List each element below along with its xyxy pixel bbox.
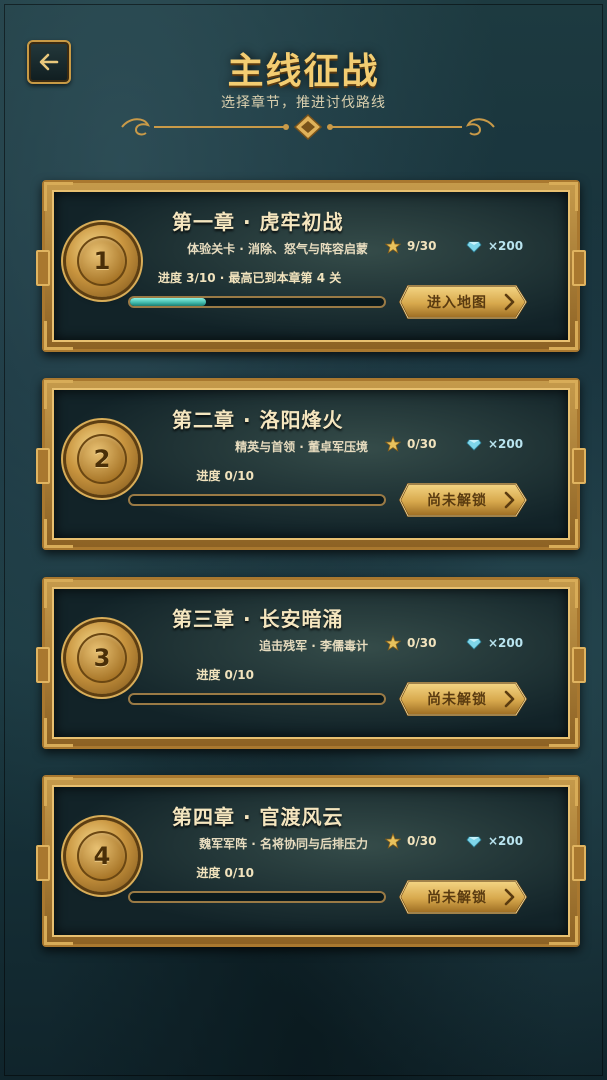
chapter-action-button[interactable]: 尚未解锁 bbox=[398, 681, 528, 717]
corner-ornament bbox=[44, 579, 73, 608]
chapter-title: 第二章 · 洛阳烽火 bbox=[172, 408, 344, 432]
progress-bar-fill bbox=[130, 298, 207, 306]
chapter-description: 体验关卡 · 消除、怒气与阵容启蒙 bbox=[187, 242, 368, 256]
side-ornament bbox=[572, 845, 586, 881]
chapter-medal: 1 bbox=[66, 225, 138, 297]
star-icon bbox=[385, 833, 401, 849]
chapter-title: 第一章 · 虎牢初战 bbox=[172, 210, 344, 234]
gem-reward-text: ×200 bbox=[488, 437, 524, 451]
gem-reward: ×200 bbox=[466, 436, 523, 452]
progress-bar bbox=[128, 494, 386, 506]
chapter-card-4[interactable]: 4 第四章 · 官渡风云 魏军军阵 · 名将协同与后排压力 0/30 ×200 … bbox=[36, 775, 586, 947]
side-ornament bbox=[572, 647, 586, 683]
gem-icon bbox=[466, 638, 482, 650]
chapter-action-button[interactable]: 尚未解锁 bbox=[398, 879, 528, 915]
side-ornament bbox=[572, 448, 586, 484]
chapter-action-label: 进入地图 bbox=[427, 295, 487, 311]
chapter-action-label: 尚未解锁 bbox=[427, 890, 487, 906]
corner-ornament bbox=[549, 380, 578, 409]
chapter-description: 魏军军阵 · 名将协同与后排压力 bbox=[199, 837, 368, 851]
chapter-title: 第四章 · 官渡风云 bbox=[172, 805, 344, 829]
corner-ornament bbox=[44, 321, 73, 350]
progress-bar bbox=[128, 693, 386, 705]
progress-text: 进度 3/10 · 最高已到本章第 4 关 bbox=[158, 271, 342, 285]
star-count-text: 0/30 bbox=[407, 437, 437, 451]
star-count-text: 0/30 bbox=[407, 636, 437, 650]
corner-ornament bbox=[549, 519, 578, 548]
star-icon bbox=[385, 238, 401, 254]
progress-text: 进度 0/10 bbox=[196, 469, 254, 483]
gem-reward: ×200 bbox=[466, 238, 523, 254]
corner-ornament bbox=[44, 916, 73, 945]
chapter-action-label: 尚未解锁 bbox=[427, 493, 487, 509]
star-count: 0/30 bbox=[385, 436, 436, 452]
corner-ornament bbox=[549, 718, 578, 747]
star-count: 0/30 bbox=[385, 833, 436, 849]
chapter-description: 追击残军 · 李儒毒计 bbox=[259, 639, 368, 653]
star-count-text: 9/30 bbox=[407, 239, 437, 253]
side-ornament bbox=[36, 448, 50, 484]
progress-bar bbox=[128, 296, 386, 308]
chapter-card-1[interactable]: 1 第一章 · 虎牢初战 体验关卡 · 消除、怒气与阵容启蒙 9/30 ×200… bbox=[36, 180, 586, 352]
star-count: 9/30 bbox=[385, 238, 436, 254]
side-ornament bbox=[36, 250, 50, 286]
corner-ornament bbox=[549, 579, 578, 608]
title-divider-ornament bbox=[121, 113, 495, 141]
corner-ornament bbox=[44, 182, 73, 211]
chapter-card-2[interactable]: 2 第二章 · 洛阳烽火 精英与首领 · 董卓军压境 0/30 ×200 进度 … bbox=[36, 378, 586, 550]
progress-text: 进度 0/10 bbox=[196, 668, 254, 682]
chapter-number: 1 bbox=[77, 236, 127, 286]
star-count: 0/30 bbox=[385, 635, 436, 651]
chapter-medal: 2 bbox=[66, 423, 138, 495]
corner-ornament bbox=[549, 321, 578, 350]
chapter-number: 3 bbox=[77, 633, 127, 683]
star-count-text: 0/30 bbox=[407, 834, 437, 848]
page-subtitle: 选择章节，推进讨伐路线 bbox=[221, 95, 386, 111]
gem-reward: ×200 bbox=[466, 833, 523, 849]
corner-ornament bbox=[44, 777, 73, 806]
chapter-number: 2 bbox=[77, 434, 127, 484]
gem-reward-text: ×200 bbox=[488, 834, 524, 848]
corner-ornament bbox=[549, 777, 578, 806]
progress-bar bbox=[128, 891, 386, 903]
gem-icon bbox=[466, 836, 482, 848]
chapter-number: 4 bbox=[77, 831, 127, 881]
side-ornament bbox=[572, 250, 586, 286]
star-icon bbox=[385, 436, 401, 452]
corner-ornament bbox=[44, 519, 73, 548]
side-ornament bbox=[36, 647, 50, 683]
gem-reward-text: ×200 bbox=[488, 239, 524, 253]
chapter-action-button[interactable]: 尚未解锁 bbox=[398, 482, 528, 518]
gem-icon bbox=[466, 241, 482, 253]
chapter-description: 精英与首领 · 董卓军压境 bbox=[235, 440, 368, 454]
page-title: 主线征战 bbox=[227, 51, 380, 92]
gem-reward-text: ×200 bbox=[488, 636, 524, 650]
chapter-medal: 4 bbox=[66, 820, 138, 892]
chapter-action-button[interactable]: 进入地图 bbox=[398, 284, 528, 320]
corner-ornament bbox=[44, 380, 73, 409]
corner-ornament bbox=[549, 182, 578, 211]
corner-ornament bbox=[549, 916, 578, 945]
star-icon bbox=[385, 635, 401, 651]
chapter-title: 第三章 · 长安暗涌 bbox=[172, 607, 344, 631]
chapter-action-label: 尚未解锁 bbox=[427, 692, 487, 708]
side-ornament bbox=[36, 845, 50, 881]
gem-icon bbox=[466, 439, 482, 451]
progress-text: 进度 0/10 bbox=[196, 866, 254, 880]
corner-ornament bbox=[44, 718, 73, 747]
gem-reward: ×200 bbox=[466, 635, 523, 651]
chapter-medal: 3 bbox=[66, 622, 138, 694]
chapter-card-3[interactable]: 3 第三章 · 长安暗涌 追击残军 · 李儒毒计 0/30 ×200 进度 0/… bbox=[36, 577, 586, 749]
